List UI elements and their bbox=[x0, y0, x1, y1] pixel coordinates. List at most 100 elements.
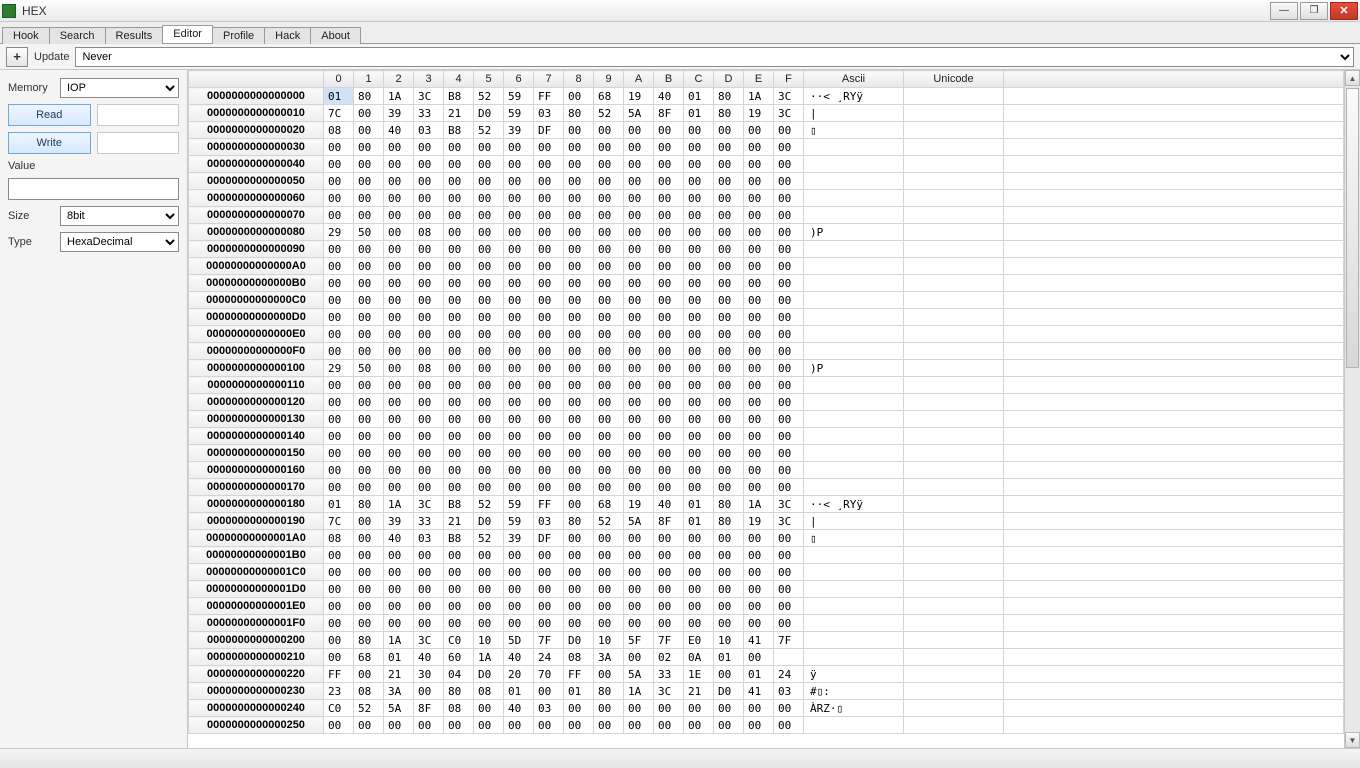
hex-cell[interactable]: B8 bbox=[444, 530, 474, 547]
hex-cell[interactable]: 00 bbox=[774, 377, 804, 394]
hex-cell[interactable]: 00 bbox=[774, 564, 804, 581]
hex-cell[interactable]: 00 bbox=[354, 462, 384, 479]
hex-cell[interactable]: 00 bbox=[714, 564, 744, 581]
column-header[interactable]: Ascii bbox=[804, 71, 904, 88]
hex-cell[interactable]: 01 bbox=[504, 683, 534, 700]
hex-cell[interactable]: 00 bbox=[744, 292, 774, 309]
hex-cell[interactable]: 00 bbox=[534, 292, 564, 309]
hex-cell[interactable]: 00 bbox=[684, 326, 714, 343]
hex-cell[interactable]: 00 bbox=[744, 156, 774, 173]
hex-cell[interactable]: 00 bbox=[534, 139, 564, 156]
hex-cell[interactable]: 01 bbox=[684, 88, 714, 105]
vertical-scrollbar[interactable]: ▲ ▼ bbox=[1344, 70, 1360, 748]
hex-cell[interactable]: 03 bbox=[534, 105, 564, 122]
ascii-cell[interactable]: ÀRZ·▯ bbox=[804, 700, 904, 717]
hex-cell[interactable]: 00 bbox=[444, 615, 474, 632]
hex-cell[interactable]: 5A bbox=[384, 700, 414, 717]
hex-cell[interactable]: 24 bbox=[534, 649, 564, 666]
hex-cell[interactable]: 00 bbox=[624, 292, 654, 309]
hex-cell[interactable]: 00 bbox=[474, 224, 504, 241]
hex-cell[interactable]: 30 bbox=[414, 666, 444, 683]
hex-cell[interactable]: 00 bbox=[504, 309, 534, 326]
hex-cell[interactable]: 00 bbox=[474, 173, 504, 190]
hex-cell[interactable]: 00 bbox=[384, 139, 414, 156]
hex-cell[interactable]: 33 bbox=[414, 513, 444, 530]
write-button[interactable]: Write bbox=[8, 132, 91, 154]
hex-cell[interactable]: 00 bbox=[324, 377, 354, 394]
hex-cell[interactable]: 80 bbox=[354, 632, 384, 649]
column-header[interactable]: 2 bbox=[384, 71, 414, 88]
ascii-cell[interactable] bbox=[804, 564, 904, 581]
hex-cell[interactable]: 00 bbox=[594, 224, 624, 241]
hex-cell[interactable]: 00 bbox=[594, 428, 624, 445]
hex-cell[interactable]: 00 bbox=[624, 241, 654, 258]
hex-cell[interactable]: 00 bbox=[564, 275, 594, 292]
hex-cell[interactable]: 00 bbox=[444, 275, 474, 292]
unicode-cell[interactable] bbox=[904, 292, 1004, 309]
hex-cell[interactable]: 00 bbox=[624, 343, 654, 360]
hex-cell[interactable]: 00 bbox=[594, 547, 624, 564]
hex-cell[interactable]: 00 bbox=[534, 479, 564, 496]
hex-cell[interactable]: 00 bbox=[594, 462, 624, 479]
unicode-cell[interactable] bbox=[904, 139, 1004, 156]
hex-cell[interactable]: 00 bbox=[654, 275, 684, 292]
hex-cell[interactable]: 00 bbox=[684, 564, 714, 581]
hex-cell[interactable]: 00 bbox=[324, 615, 354, 632]
hex-cell[interactable]: 00 bbox=[354, 479, 384, 496]
hex-cell[interactable]: 00 bbox=[384, 445, 414, 462]
hex-cell[interactable]: 00 bbox=[504, 224, 534, 241]
hex-cell[interactable]: 00 bbox=[684, 241, 714, 258]
hex-cell[interactable]: 00 bbox=[594, 139, 624, 156]
hex-cell[interactable]: D0 bbox=[474, 105, 504, 122]
hex-cell[interactable]: 00 bbox=[384, 207, 414, 224]
table-row[interactable]: 000000000000020000801A3CC0105D7FD0105F7F… bbox=[189, 632, 1344, 649]
scroll-up-icon[interactable]: ▲ bbox=[1345, 70, 1360, 86]
hex-cell[interactable]: 00 bbox=[504, 717, 534, 734]
hex-cell[interactable]: 00 bbox=[324, 479, 354, 496]
hex-cell[interactable]: 00 bbox=[444, 598, 474, 615]
hex-cell[interactable]: 52 bbox=[474, 530, 504, 547]
hex-cell[interactable]: 00 bbox=[474, 547, 504, 564]
hex-cell[interactable]: 00 bbox=[474, 394, 504, 411]
address-cell[interactable]: 0000000000000180 bbox=[189, 496, 324, 513]
hex-cell[interactable]: 00 bbox=[654, 360, 684, 377]
hex-cell[interactable]: 00 bbox=[384, 377, 414, 394]
table-row[interactable]: 0000000000000250000000000000000000000000… bbox=[189, 717, 1344, 734]
hex-cell[interactable]: 00 bbox=[504, 428, 534, 445]
hex-cell[interactable]: 00 bbox=[324, 275, 354, 292]
hex-cell[interactable]: 00 bbox=[384, 598, 414, 615]
hex-cell[interactable]: 00 bbox=[534, 581, 564, 598]
minimize-button[interactable]: — bbox=[1270, 2, 1298, 20]
column-header[interactable]: 4 bbox=[444, 71, 474, 88]
hex-cell[interactable]: 03 bbox=[534, 700, 564, 717]
hex-cell[interactable]: 00 bbox=[774, 598, 804, 615]
hex-cell[interactable]: 00 bbox=[684, 122, 714, 139]
hex-cell[interactable]: 00 bbox=[624, 700, 654, 717]
hex-cell[interactable]: 00 bbox=[354, 275, 384, 292]
hex-cell[interactable]: 00 bbox=[774, 615, 804, 632]
ascii-cell[interactable]: ··< ¸RYÿ bbox=[804, 496, 904, 513]
ascii-cell[interactable] bbox=[804, 377, 904, 394]
hex-cell[interactable]: 68 bbox=[594, 88, 624, 105]
table-row[interactable]: 0000000000000080295000080000000000000000… bbox=[189, 224, 1344, 241]
hex-cell[interactable]: 00 bbox=[594, 615, 624, 632]
hex-cell[interactable]: 68 bbox=[354, 649, 384, 666]
hex-cell[interactable]: 3A bbox=[384, 683, 414, 700]
hex-cell[interactable]: 00 bbox=[444, 394, 474, 411]
hex-cell[interactable]: 00 bbox=[504, 445, 534, 462]
hex-cell[interactable]: 00 bbox=[354, 581, 384, 598]
address-cell[interactable]: 00000000000000C0 bbox=[189, 292, 324, 309]
address-cell[interactable]: 0000000000000090 bbox=[189, 241, 324, 258]
ascii-cell[interactable] bbox=[804, 326, 904, 343]
hex-cell[interactable]: 00 bbox=[744, 717, 774, 734]
hex-cell[interactable]: 40 bbox=[654, 496, 684, 513]
hex-cell[interactable]: 00 bbox=[474, 326, 504, 343]
hex-cell[interactable]: 00 bbox=[444, 428, 474, 445]
hex-cell[interactable]: 00 bbox=[534, 224, 564, 241]
hex-cell[interactable]: 00 bbox=[564, 428, 594, 445]
address-cell[interactable]: 0000000000000170 bbox=[189, 479, 324, 496]
hex-cell[interactable]: 00 bbox=[744, 428, 774, 445]
hex-cell[interactable]: 00 bbox=[354, 377, 384, 394]
address-cell[interactable]: 0000000000000210 bbox=[189, 649, 324, 666]
hex-cell[interactable]: 00 bbox=[714, 190, 744, 207]
